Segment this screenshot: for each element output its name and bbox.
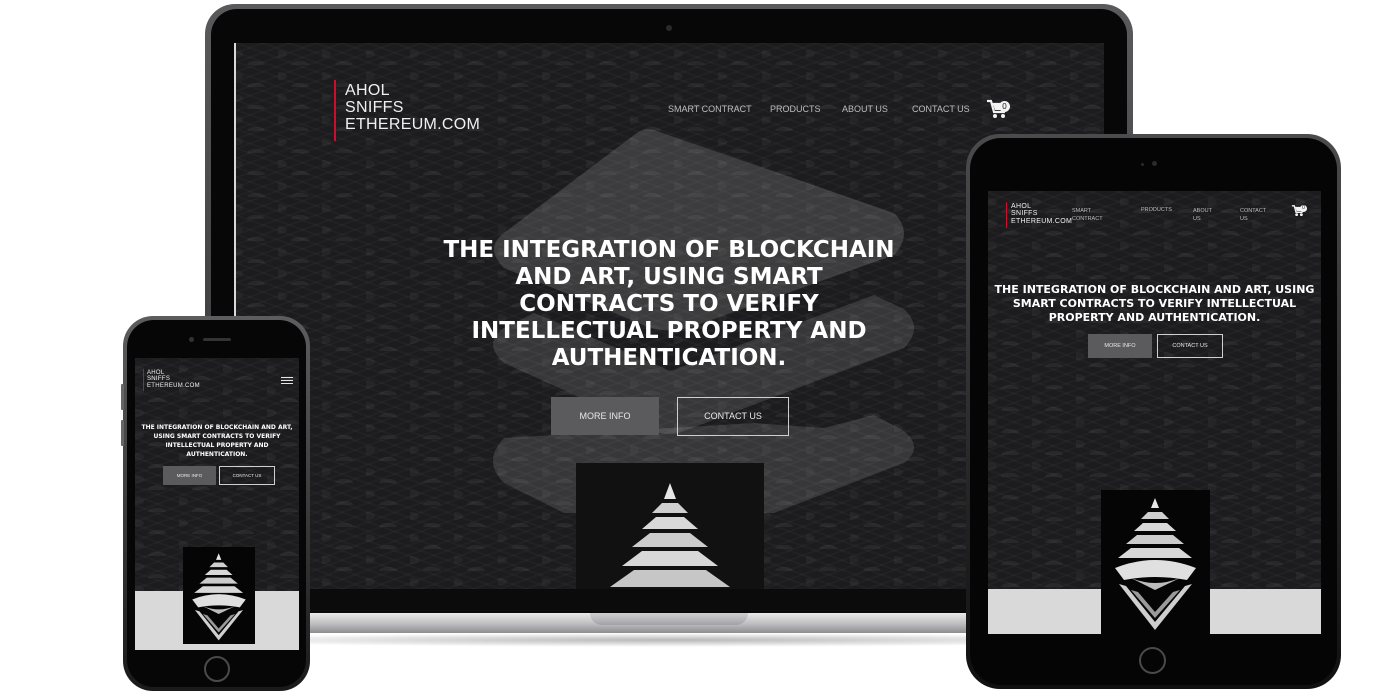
hero-line: INTELLECTUAL PROPERTY AND bbox=[165, 442, 269, 449]
logo-accent-bar bbox=[334, 80, 336, 141]
nav-label: CONTRACT bbox=[1072, 216, 1103, 222]
phone-home-button[interactable] bbox=[204, 656, 230, 682]
tablet-camera bbox=[1152, 161, 1157, 166]
hamburger-menu-icon[interactable] bbox=[281, 377, 293, 385]
more-info-button[interactable]: MORE INFO bbox=[551, 397, 659, 435]
nav-about-us[interactable]: ABOUT US bbox=[1193, 207, 1212, 223]
phone-screen: AHOL SNIFFS ETHEREUM.COM THE INTEGRATION… bbox=[135, 358, 299, 650]
cart-count-badge: 0 bbox=[999, 101, 1010, 112]
contact-us-button[interactable]: CONTACT US bbox=[219, 466, 275, 485]
hero-line: THE INTEGRATION OF BLOCKCHAIN AND ART, U… bbox=[994, 283, 1315, 296]
menu-bar bbox=[281, 380, 293, 381]
more-info-button[interactable]: MORE INFO bbox=[163, 466, 216, 485]
hero-line: AUTHENTICATION. bbox=[186, 451, 248, 458]
menu-bar bbox=[281, 377, 293, 378]
hero-line: AUTHENTICATION. bbox=[551, 345, 787, 371]
hero-line: THE INTEGRATION OF BLOCKCHAIN bbox=[443, 237, 895, 263]
logo-line-2: SNIFFS bbox=[345, 98, 404, 116]
logo-line-3: ETHEREUM.COM bbox=[147, 382, 200, 389]
nav-label: ABOUT bbox=[1193, 208, 1212, 214]
nav-contact-us[interactable]: CONTACT US bbox=[912, 104, 970, 114]
logo-accent-bar bbox=[143, 369, 144, 391]
nav-smart-contract[interactable]: SMART CONTRACT bbox=[668, 104, 752, 114]
laptop-camera bbox=[666, 25, 672, 31]
hero-line: AND ART, USING SMART bbox=[515, 264, 823, 290]
hero-headline: THE INTEGRATION OF BLOCKCHAIN AND ART, U… bbox=[994, 283, 1315, 325]
logo-line-1: AHOL bbox=[1011, 203, 1032, 210]
phone-side-button bbox=[121, 420, 124, 446]
contact-us-button[interactable]: CONTACT US bbox=[1157, 334, 1223, 358]
hero-line: SMART CONTRACTS TO VERIFY INTELLECTUAL bbox=[1012, 297, 1297, 310]
nav-products[interactable]: PRODUCTS bbox=[770, 104, 821, 114]
laptop-notch bbox=[590, 613, 748, 625]
nav-label: SMART bbox=[1072, 208, 1092, 214]
ethereum-pyramid-artwork bbox=[576, 463, 764, 589]
hero-line: CONTRACTS TO VERIFY bbox=[519, 291, 819, 317]
hero-line: PROPERTY AND AUTHENTICATION. bbox=[1048, 311, 1261, 324]
cart-count: 0 bbox=[1302, 205, 1305, 211]
logo-line-2: SNIFFS bbox=[1011, 210, 1038, 218]
nav-label: CONTACT bbox=[1240, 208, 1267, 214]
nav-label: US bbox=[1193, 216, 1201, 222]
nav-label: US bbox=[1240, 216, 1248, 222]
tablet-sensor bbox=[1141, 163, 1144, 166]
site-logo[interactable]: AHOL SNIFFS ETHEREUM.COM bbox=[1011, 203, 1072, 225]
ethereum-pyramid-artwork bbox=[1101, 490, 1210, 634]
more-info-button[interactable]: MORE INFO bbox=[1088, 334, 1152, 358]
phone-speaker bbox=[203, 338, 231, 341]
logo-line-1: AHOL bbox=[345, 82, 390, 99]
tablet-home-button[interactable] bbox=[1139, 647, 1166, 674]
hero-headline: THE INTEGRATION OF BLOCKCHAIN AND ART, U… bbox=[137, 423, 297, 459]
contact-us-button[interactable]: CONTACT US bbox=[677, 397, 789, 436]
site-logo[interactable]: AHOL SNIFFS ETHEREUM.COM bbox=[345, 82, 481, 133]
menu-bar bbox=[281, 383, 293, 384]
nav-smart-contract[interactable]: SMART CONTRACT bbox=[1072, 207, 1103, 223]
hero-line: USING SMART CONTRACTS TO VERIFY bbox=[153, 433, 281, 440]
nav-contact-us[interactable]: CONTACT US bbox=[1240, 207, 1266, 223]
hero-line: INTELLECTUAL PROPERTY AND bbox=[471, 318, 867, 344]
hero-headline: THE INTEGRATION OF BLOCKCHAIN AND ART, U… bbox=[419, 237, 919, 372]
cart-count-badge: 0 bbox=[1300, 205, 1307, 212]
nav-products[interactable]: PRODUCTS bbox=[1141, 207, 1172, 213]
logo-line-3: ETHEREUM.COM bbox=[345, 115, 481, 133]
logo-accent-bar bbox=[1006, 202, 1007, 228]
tablet-screen: AHOL SNIFFS ETHEREUM.COM SMART CONTRACT … bbox=[988, 191, 1321, 634]
hero-line: THE INTEGRATION OF BLOCKCHAIN AND ART, bbox=[141, 424, 293, 431]
ethereum-pyramid-artwork bbox=[183, 547, 255, 644]
nav-about-us[interactable]: ABOUT US bbox=[842, 104, 888, 114]
cart-count: 0 bbox=[1002, 102, 1007, 111]
logo-line-3: ETHEREUM.COM bbox=[1011, 217, 1073, 225]
site-logo[interactable]: AHOL SNIFFS ETHEREUM.COM bbox=[147, 370, 200, 389]
phone-camera bbox=[189, 337, 194, 342]
phone-side-button bbox=[121, 384, 124, 410]
